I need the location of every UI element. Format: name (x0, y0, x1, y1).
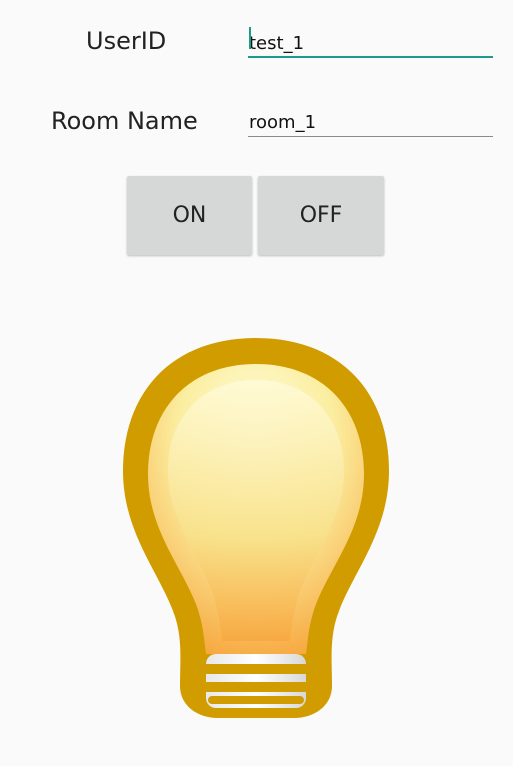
room-name-field[interactable] (248, 107, 493, 137)
bulb-screw-base (202, 654, 310, 708)
on-button[interactable]: ON (127, 176, 252, 255)
off-button[interactable]: OFF (258, 176, 384, 255)
room-name-underline (248, 136, 493, 137)
user-id-input[interactable] (248, 28, 493, 58)
lightbulb-icon (123, 338, 389, 718)
user-id-underline (248, 56, 493, 58)
room-name-label: Room Name (51, 107, 198, 135)
text-caret (249, 27, 251, 49)
user-id-field[interactable] (248, 28, 493, 58)
user-id-label: UserID (86, 27, 167, 55)
room-name-input[interactable] (248, 107, 493, 137)
